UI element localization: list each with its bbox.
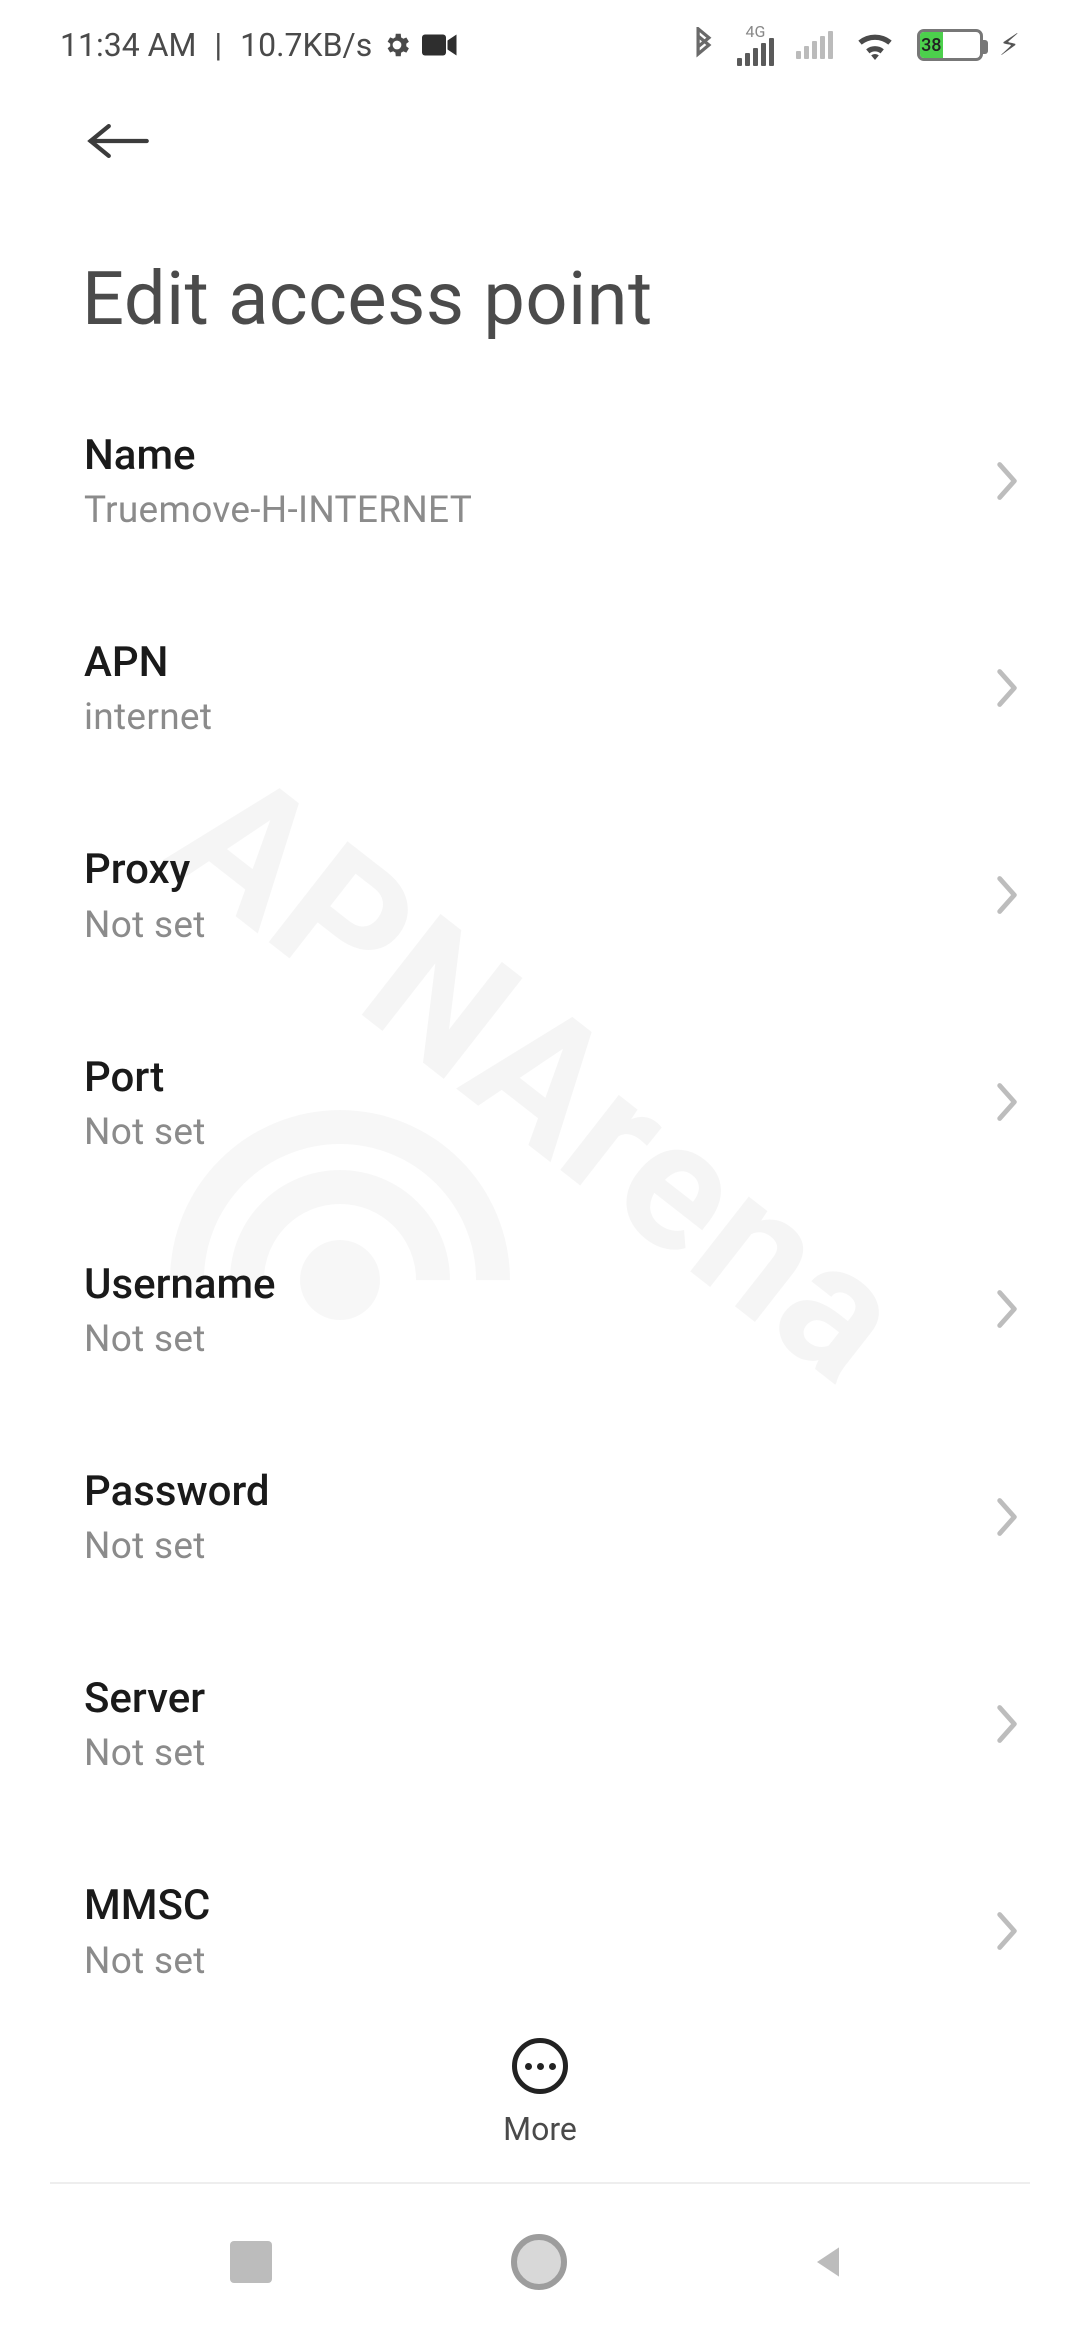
status-sep: | — [206, 26, 230, 64]
setting-row-apn[interactable]: APN internet — [0, 586, 1080, 793]
more-button[interactable]: More — [0, 2038, 1080, 2148]
setting-value: Not set — [84, 1940, 984, 1983]
status-speed: 10.7KB/s — [240, 26, 372, 64]
page-title: Edit access point — [0, 164, 1080, 379]
signal-sim1: 4G — [737, 24, 774, 66]
recent-apps-button[interactable] — [230, 2241, 272, 2283]
bluetooth-icon — [692, 27, 715, 63]
setting-label: Port — [84, 1055, 984, 1101]
settings-icon — [382, 30, 412, 60]
chevron-right-icon — [992, 459, 1022, 507]
setting-row-mmsc[interactable]: MMSC Not set — [0, 1829, 1080, 2036]
chevron-right-icon — [992, 873, 1022, 921]
setting-row-proxy[interactable]: Proxy Not set — [0, 793, 1080, 1000]
setting-label: MMSC — [84, 1883, 984, 1929]
setting-row-username[interactable]: Username Not set — [0, 1208, 1080, 1415]
setting-value: Not set — [84, 1318, 984, 1361]
status-time: 11:34 AM — [60, 26, 196, 64]
setting-label: Username — [84, 1262, 984, 1308]
setting-value: Not set — [84, 904, 984, 947]
more-icon — [512, 2038, 568, 2094]
setting-row-port[interactable]: Port Not set — [0, 1001, 1080, 1208]
setting-label: Server — [84, 1676, 984, 1722]
chevron-right-icon — [992, 1909, 1022, 1957]
setting-row-server[interactable]: Server Not set — [0, 1622, 1080, 1829]
charging-icon: ⚡︎ — [999, 28, 1020, 63]
battery-level: 38 — [920, 32, 943, 58]
status-bar: 11:34 AM | 10.7KB/s 4G — [0, 0, 1080, 90]
battery-indicator: 38 — [917, 29, 983, 61]
setting-label: Password — [84, 1469, 984, 1515]
chevron-right-icon — [992, 1702, 1022, 1750]
setting-value: Truemove-H-INTERNET — [84, 489, 984, 532]
android-nav-bar — [0, 2184, 1080, 2340]
setting-value: Not set — [84, 1111, 984, 1154]
camera-icon — [422, 32, 458, 58]
chevron-right-icon — [992, 1287, 1022, 1335]
chevron-right-icon — [992, 666, 1022, 714]
setting-value: Not set — [84, 1525, 984, 1568]
back-nav-button[interactable] — [806, 2240, 850, 2284]
more-label: More — [503, 2110, 577, 2148]
back-button[interactable] — [0, 90, 1080, 164]
setting-value: internet — [84, 696, 984, 739]
home-button[interactable] — [511, 2234, 567, 2290]
apn-settings-list: Name Truemove-H-INTERNET APN internet Pr… — [0, 379, 1080, 2079]
setting-value: Not set — [84, 1732, 984, 1775]
setting-label: Name — [84, 433, 984, 479]
setting-row-password[interactable]: Password Not set — [0, 1415, 1080, 1622]
setting-row-name[interactable]: Name Truemove-H-INTERNET — [0, 379, 1080, 586]
signal-sim2 — [796, 31, 833, 59]
chevron-right-icon — [992, 1495, 1022, 1543]
chevron-right-icon — [992, 1080, 1022, 1128]
setting-label: APN — [84, 640, 984, 686]
wifi-icon — [855, 29, 895, 61]
setting-label: Proxy — [84, 847, 984, 893]
